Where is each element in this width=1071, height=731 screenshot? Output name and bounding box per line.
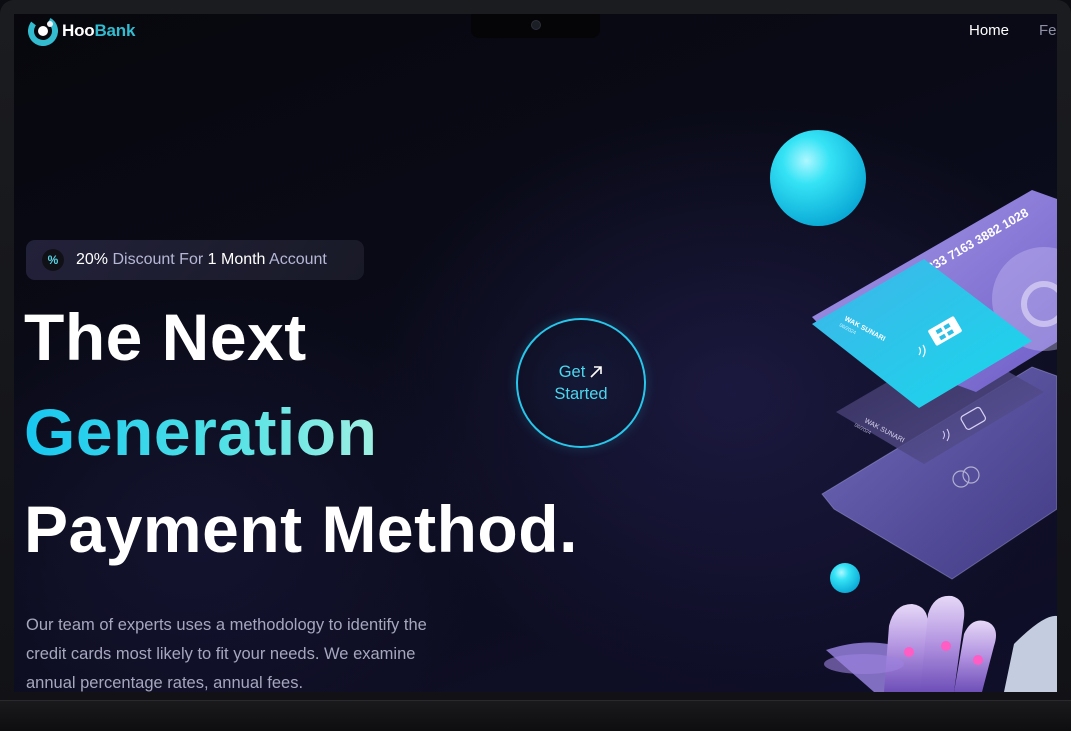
robot-hand	[824, 595, 1057, 692]
arrow-up-right-icon	[590, 366, 603, 378]
discount-for-label: Discount For	[112, 251, 204, 268]
discount-duration: 1 Month	[207, 251, 266, 268]
discount-percent: 20%	[76, 251, 109, 268]
hero-illustration: WAK SUNARI 06/2024 1833 7163 3882 1028 W…	[770, 130, 1057, 692]
discount-account-label: Account	[269, 251, 327, 268]
decor-sphere-small	[830, 563, 860, 593]
camera-icon	[531, 20, 541, 30]
hero-description: Our team of experts uses a methodology t…	[26, 615, 427, 692]
get-started-label-1: Get	[558, 363, 586, 381]
discount-text: 20% Discount For 1 Month Account	[76, 251, 327, 269]
logo-icon	[28, 16, 58, 46]
nav-item-features[interactable]: Fe	[1039, 22, 1057, 39]
nav-item-home[interactable]: Home	[969, 22, 1009, 39]
get-started-button[interactable]: Get Started	[516, 318, 646, 448]
discount-icon: %	[42, 249, 64, 271]
hero-title-line-3: Payment Method.	[24, 492, 578, 566]
get-started-row: Get	[559, 361, 604, 383]
hero-title-line-1: The Next	[24, 300, 307, 374]
laptop-base	[0, 700, 1071, 731]
decor-sphere-large	[770, 130, 866, 226]
get-started-label-2: Started	[554, 385, 608, 403]
brand-name: HooBank	[62, 21, 136, 40]
top-nav: Home Fe	[969, 22, 1057, 39]
browser-viewport: HooBank Home Fe % 20% Discount For 1 Mon…	[14, 14, 1057, 692]
brand-logo[interactable]: HooBank	[28, 16, 135, 46]
camera-notch	[471, 14, 600, 38]
hero-title-line-2: Generation	[24, 395, 378, 469]
discount-badge: % 20% Discount For 1 Month Account	[26, 240, 364, 280]
